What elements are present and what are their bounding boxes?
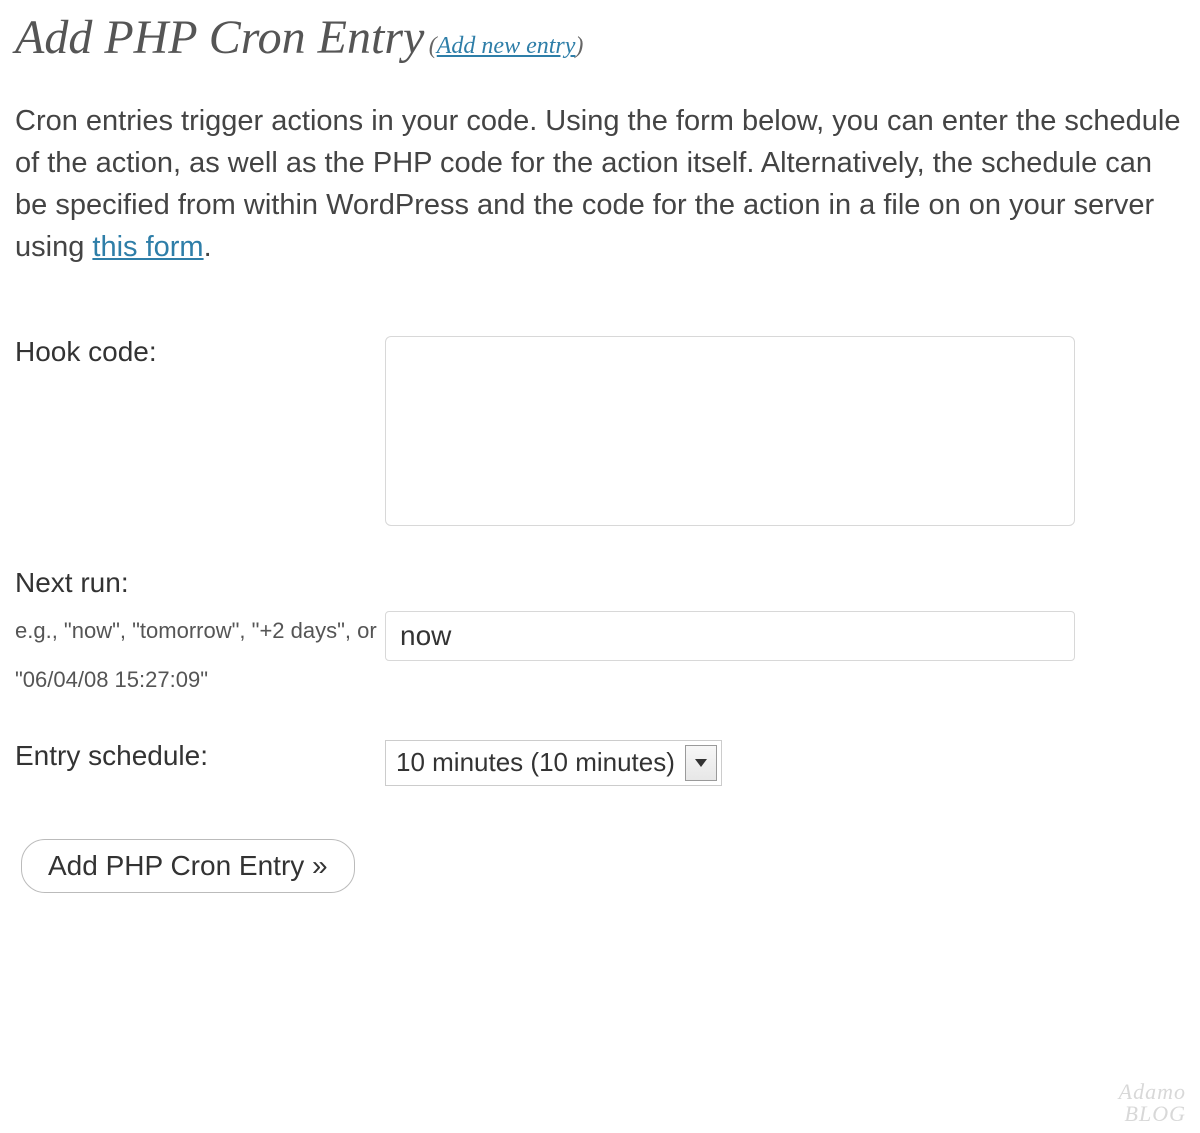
watermark: Adamo BLOG [1119, 1081, 1186, 1125]
entry-schedule-label: Entry schedule: [15, 740, 385, 772]
cron-form-table: Hook code: Next run: e.g., "now", "tomor… [15, 318, 1185, 804]
hook-code-label: Hook code: [15, 336, 385, 368]
page-header: Add PHP Cron Entry (Add new entry) [15, 10, 1185, 65]
entry-schedule-select[interactable]: 10 minutes (10 minutes) [385, 740, 722, 786]
submit-row: Add PHP Cron Entry » [15, 839, 1185, 893]
next-run-hint: e.g., "now", "tomorrow", "+2 days", or "… [15, 607, 385, 704]
page-title: Add PHP Cron Entry [15, 11, 424, 64]
title-paren-open: ( [429, 33, 437, 59]
title-paren-close: ) [575, 33, 583, 59]
hook-code-input[interactable] [385, 336, 1075, 526]
entry-schedule-row: Entry schedule: 10 minutes (10 minutes) [15, 722, 1185, 804]
add-new-entry-link[interactable]: Add new entry [437, 33, 576, 59]
add-cron-entry-button[interactable]: Add PHP Cron Entry » [21, 839, 355, 893]
next-run-label: Next run: [15, 567, 385, 599]
next-run-input[interactable] [385, 611, 1075, 661]
next-run-row: Next run: e.g., "now", "tomorrow", "+2 d… [15, 549, 1185, 722]
hook-code-row: Hook code: [15, 318, 1185, 549]
page-description: Cron entries trigger actions in your cod… [15, 100, 1185, 268]
entry-schedule-selected-value: 10 minutes (10 minutes) [386, 741, 685, 785]
watermark-line2: BLOG [1125, 1101, 1186, 1126]
dropdown-arrow-icon [685, 745, 717, 781]
description-text-after: . [204, 231, 212, 263]
this-form-link[interactable]: this form [92, 231, 203, 263]
watermark-line1: Adamo [1119, 1079, 1186, 1104]
